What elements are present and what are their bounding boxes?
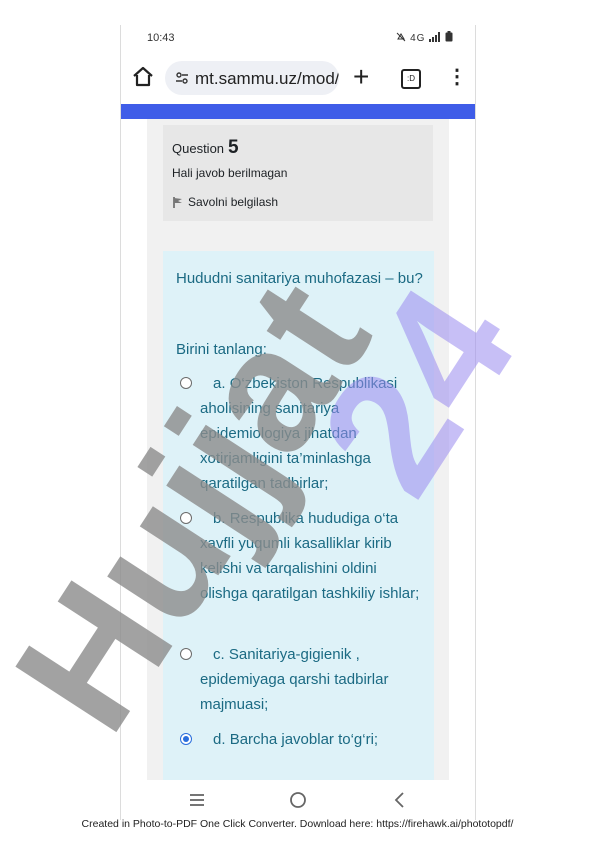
menu-more-icon[interactable]: ⋮ (447, 65, 467, 89)
signal-icon (429, 32, 441, 42)
url-text: mt.sammu.uz/mod/q (195, 69, 339, 88)
question-label: Question (172, 141, 225, 156)
flag-question-label: Savolni belgilash (188, 195, 279, 209)
status-bar: 10:43 4G (121, 25, 475, 53)
radio-option-c[interactable] (180, 648, 192, 660)
answer-prompt: Birini tanlang: (176, 341, 267, 358)
option-letter-a: a. (213, 375, 226, 392)
home-nav-icon[interactable] (284, 786, 312, 814)
browser-toolbar: mt.sammu.uz/mod/q + :D ⋮ (121, 59, 475, 97)
site-settings-icon[interactable] (175, 71, 189, 85)
recent-apps-icon[interactable] (183, 786, 211, 814)
option-letter-d: d. (213, 731, 226, 748)
android-nav-bar (121, 780, 475, 820)
site-header-bar (121, 104, 475, 119)
question-info: Question 5 Hali javob berilmagan Savolni … (163, 125, 433, 221)
status-icons: 4G (396, 31, 453, 44)
question-text: Hududni sanitariya muhofazasi – bu? (176, 270, 423, 287)
answer-option-c[interactable]: c. Sanitariya-gigienik , epidemiyaga qar… (176, 642, 426, 717)
battery-icon (445, 31, 453, 42)
radio-option-d[interactable] (180, 733, 192, 745)
answer-option-b[interactable]: b. Respublika hududiga o‘ta xavfli yuqum… (176, 506, 426, 606)
back-icon[interactable] (386, 786, 414, 814)
status-time: 10:43 (147, 32, 175, 44)
answer-option-a[interactable]: a. O‘zbekiston Respublikasi aholisining … (176, 371, 426, 496)
question-state: Hali javob berilmagan (172, 166, 288, 180)
flag-icon (173, 197, 182, 208)
radio-option-a[interactable] (180, 377, 192, 389)
radio-option-b[interactable] (180, 512, 192, 524)
footer-note: Created in Photo-to-PDF One Click Conver… (81, 818, 514, 830)
answer-option-d[interactable]: d. Barcha javoblar to‘g‘ri; (176, 727, 426, 752)
option-text-c: Sanitariya-gigienik , epidemiyaga qarshi… (200, 646, 389, 713)
option-text-d: Barcha javoblar to‘g‘ri; (229, 731, 379, 748)
option-text-b: Respublika hududiga o‘ta xavfli yuqumli … (200, 510, 420, 602)
option-letter-b: b. (213, 510, 226, 527)
new-tab-button[interactable]: + (353, 61, 369, 93)
mute-icon (396, 32, 406, 42)
address-bar[interactable]: mt.sammu.uz/mod/q (165, 61, 339, 95)
flag-question-link[interactable]: Savolni belgilash (172, 195, 278, 209)
phone-screen: 10:43 4G mt.sammu.uz/mod/q + :D ⋮ Questi… (120, 25, 476, 820)
tabs-button[interactable]: :D (401, 69, 421, 89)
question-number: 5 (228, 137, 239, 158)
option-letter-c: c. (213, 646, 225, 663)
question-box: Hududni sanitariya muhofazasi – bu? Biri… (163, 251, 434, 781)
home-icon[interactable] (131, 65, 155, 89)
option-text-a: O‘zbekiston Respublikasi aholisining san… (200, 375, 398, 492)
network-type: 4G (410, 33, 426, 44)
